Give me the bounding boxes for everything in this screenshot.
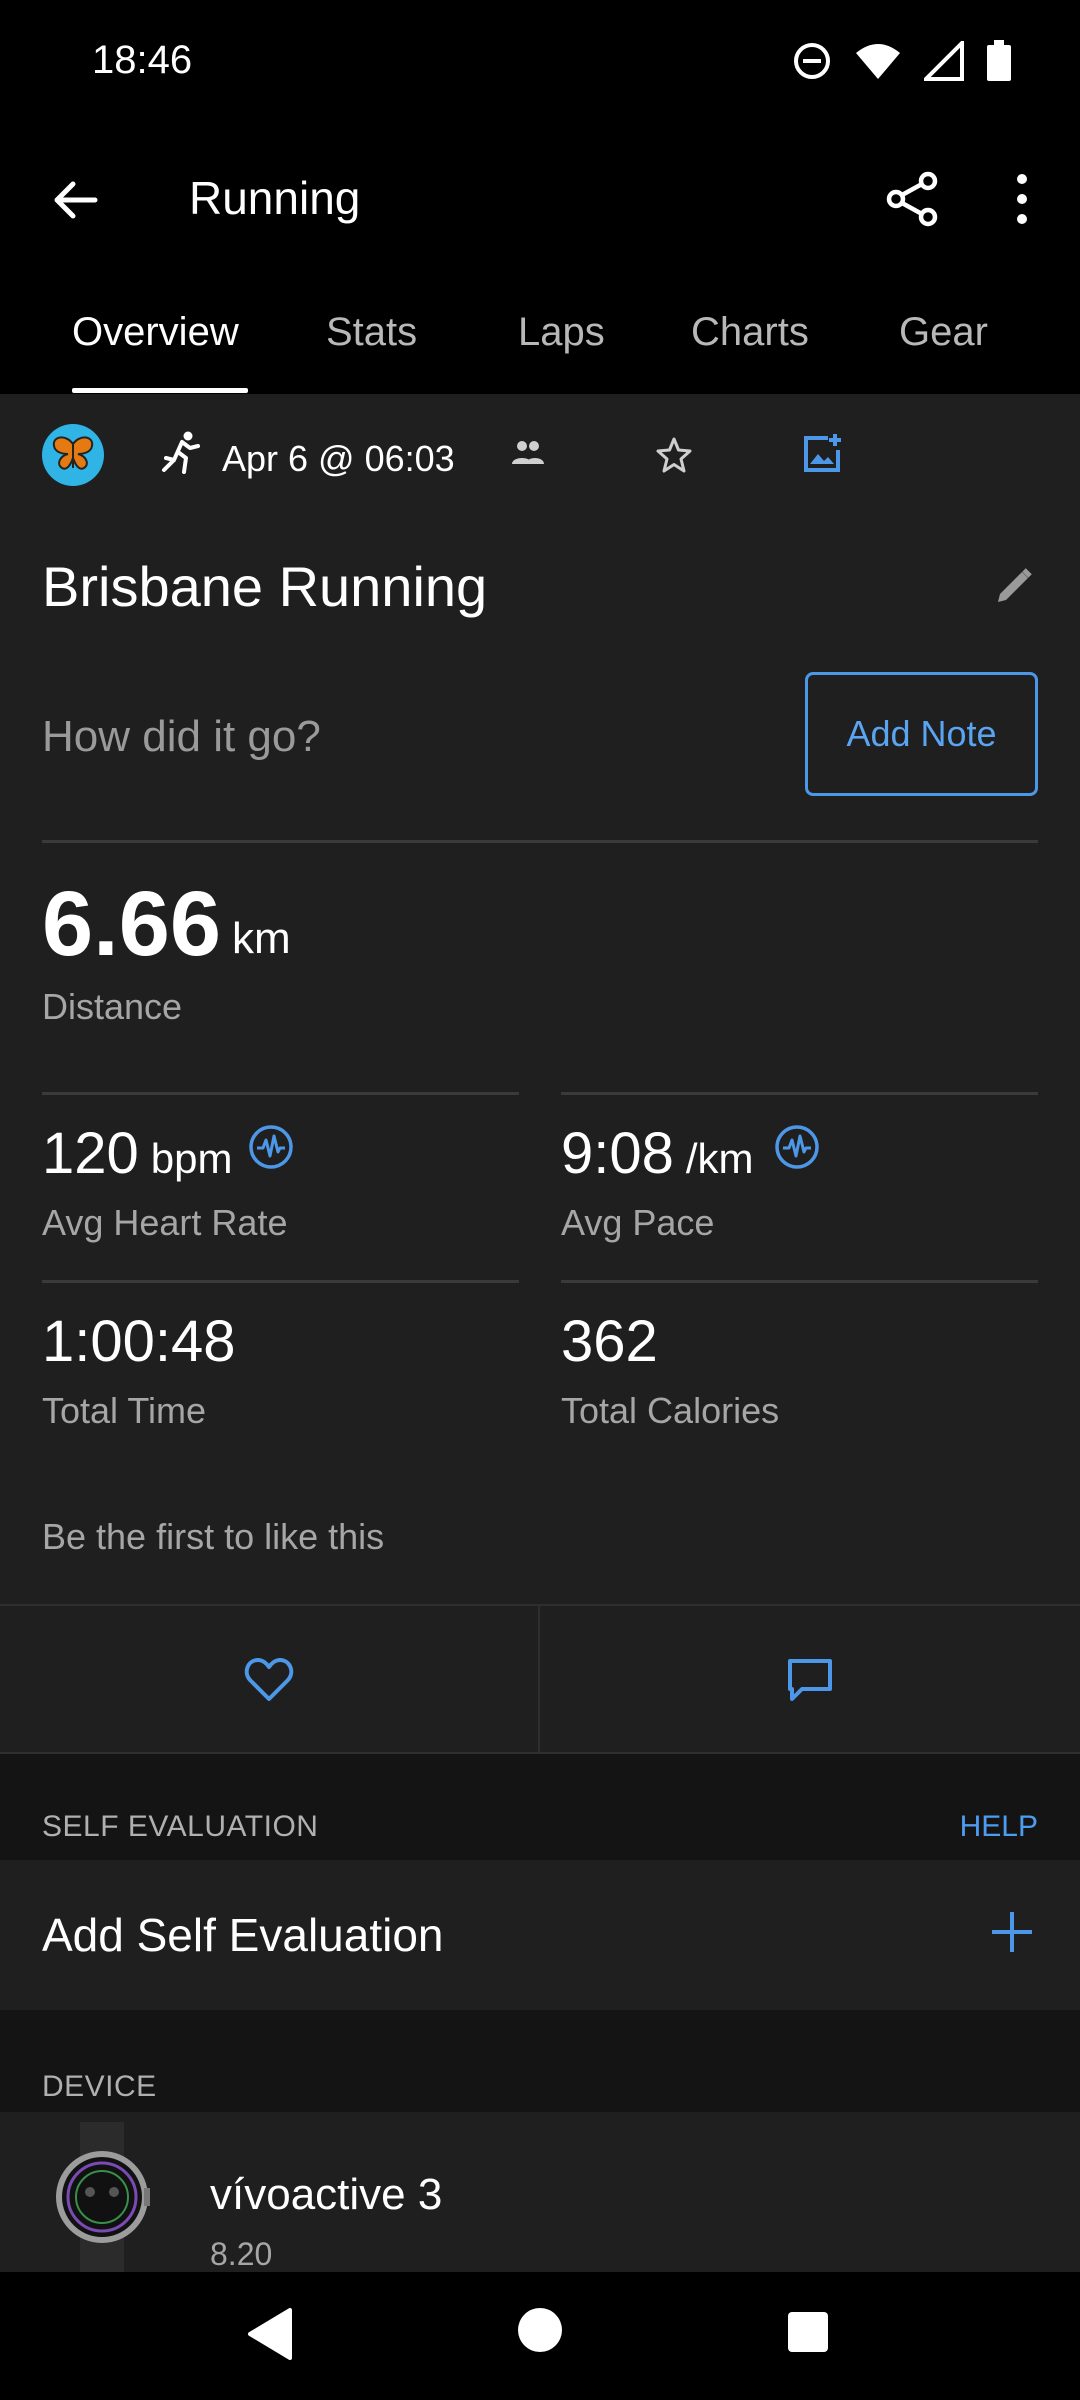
add-self-evaluation-label: Add Self Evaluation [42, 1909, 444, 1961]
privacy-people-icon[interactable] [510, 438, 546, 473]
avg-pace-label: Avg Pace [561, 1202, 715, 1243]
wifi-icon [856, 44, 900, 79]
help-link[interactable]: HELP [960, 1810, 1038, 1844]
total-calories-value: 362 [561, 1309, 658, 1374]
star-icon[interactable] [655, 436, 693, 479]
avg-heart-rate-label: Avg Heart Rate [42, 1202, 288, 1243]
divider [42, 840, 1038, 843]
status-icons [792, 40, 1012, 82]
do-not-disturb-icon [794, 43, 830, 79]
page-title: Running [189, 172, 361, 224]
device-header: DEVICE [0, 2010, 1080, 2112]
heart-icon [244, 1658, 294, 1701]
divider [42, 1280, 519, 1283]
battery-icon [987, 40, 1011, 81]
tab-indicator [72, 388, 248, 393]
tab-stats[interactable]: Stats [326, 310, 417, 355]
distance-value: 6.66 [42, 873, 222, 975]
avg-pace-value: 9:08/km [561, 1121, 754, 1186]
nav-recents-icon[interactable] [786, 2310, 830, 2354]
distance-label: Distance [42, 986, 183, 1027]
device-section-title: DEVICE [42, 2070, 157, 2103]
nav-home-icon[interactable] [516, 2306, 564, 2354]
comment-icon [788, 1659, 832, 1701]
total-calories-label: Total Calories [561, 1390, 780, 1431]
butterfly-icon [52, 436, 94, 470]
social-actions [0, 1604, 1080, 1754]
nav-back-icon[interactable] [244, 2306, 296, 2362]
note-prompt: How did it go? [42, 712, 321, 761]
divider [42, 1092, 519, 1095]
plus-icon[interactable] [988, 1908, 1036, 1956]
device-version: 8.20 [210, 2236, 273, 2272]
running-icon [160, 430, 202, 479]
status-time: 18:46 [92, 38, 193, 82]
divider [561, 1280, 1038, 1283]
heart-rate-chart-icon[interactable] [248, 1124, 294, 1170]
avg-pace-unit: /km [685, 1135, 754, 1182]
total-time-label: Total Time [42, 1390, 207, 1431]
self-evaluation-title: SELF EVALUATION [42, 1810, 319, 1843]
status-bar: 18:46 [0, 0, 1080, 125]
more-options-button[interactable] [990, 163, 1054, 235]
tab-bar: Overview Stats Laps Charts Gear [0, 270, 1080, 394]
tab-charts[interactable]: Charts [691, 310, 809, 355]
avg-heart-rate-unit: bpm [150, 1135, 233, 1182]
tab-overview[interactable]: Overview [72, 310, 239, 355]
edit-icon[interactable] [994, 566, 1034, 611]
overview-panel: Apr 6 @ 06:03 Brisbane Running How did i… [0, 394, 1080, 1754]
activity-title: Brisbane Running [42, 555, 488, 618]
device-row[interactable]: vívoactive 3 8.20 [0, 2112, 1080, 2272]
like-button[interactable] [0, 1606, 540, 1754]
comment-button[interactable] [540, 1606, 1080, 1754]
activity-date: Apr 6 @ 06:03 [222, 438, 455, 479]
add-note-button[interactable]: Add Note [805, 672, 1038, 796]
app-bar: Running [0, 125, 1080, 270]
tab-laps[interactable]: Laps [518, 310, 605, 355]
divider [561, 1092, 1038, 1095]
arrow-left-icon [54, 181, 98, 219]
add-self-evaluation-row[interactable]: Add Self Evaluation [0, 1860, 1080, 2010]
activity-meta-row: Apr 6 @ 06:03 [0, 422, 1080, 492]
system-nav-bar [0, 2272, 1080, 2400]
likes-text: Be the first to like this [42, 1516, 385, 1557]
device-name: vívoactive 3 [210, 2170, 443, 2219]
avg-heart-rate-value: 120 bpm [42, 1121, 233, 1186]
back-button[interactable] [40, 165, 110, 235]
share-button[interactable] [876, 163, 948, 235]
total-time-value: 1:00:48 [42, 1309, 236, 1374]
cell-signal-icon [924, 41, 964, 81]
watch-icon [56, 2122, 150, 2272]
more-vert-icon [1017, 174, 1027, 224]
distance-unit: km [232, 914, 291, 963]
pace-chart-icon[interactable] [774, 1124, 820, 1170]
tab-gear[interactable]: Gear [899, 310, 988, 355]
avatar[interactable] [42, 424, 104, 486]
share-icon [886, 171, 938, 227]
self-evaluation-header: SELF EVALUATION HELP [0, 1754, 1080, 1860]
add-photo-icon[interactable] [802, 432, 844, 479]
